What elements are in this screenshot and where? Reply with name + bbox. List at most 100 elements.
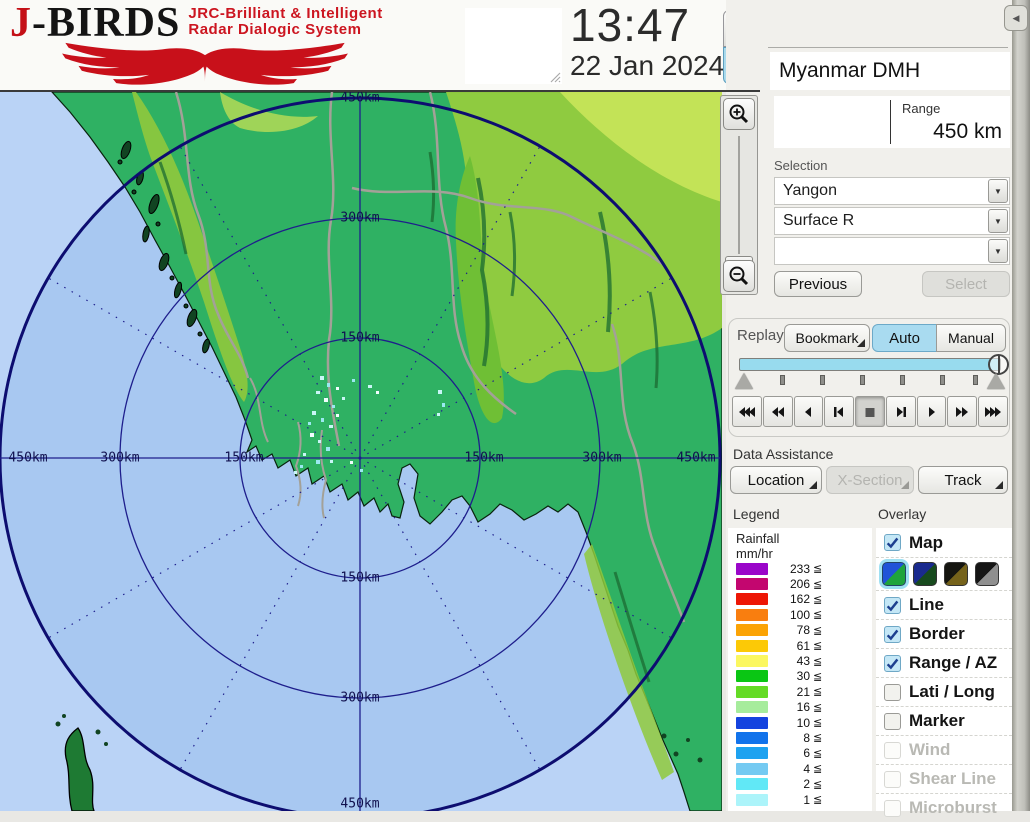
- map-style-olive[interactable]: [944, 562, 968, 586]
- zoom-in-button[interactable]: [723, 98, 755, 130]
- rewind-double-button[interactable]: [763, 396, 793, 427]
- previous-button[interactable]: Previous: [774, 271, 862, 297]
- checkbox-line[interactable]: [884, 597, 901, 614]
- legend-value: 6: [768, 746, 810, 760]
- range-ring-label: 150km: [340, 331, 379, 346]
- legend-color-swatch: [736, 701, 768, 713]
- overlay-row-wind: Wind: [876, 735, 1012, 764]
- clock-display-box: [465, 8, 562, 84]
- track-button[interactable]: Track: [918, 466, 1008, 494]
- product-dropdown[interactable]: Surface R ▼: [774, 207, 1010, 235]
- overlay-row-microburst: Microburst: [876, 793, 1012, 822]
- stop-button[interactable]: [855, 396, 885, 427]
- x-section-button[interactable]: X-Section: [826, 466, 914, 494]
- overlay-row-line: Line: [876, 590, 1012, 619]
- replay-label: Replay: [737, 327, 784, 344]
- radar-map[interactable]: 450km300km150km150km300km450km450km300km…: [0, 92, 722, 811]
- auto-mode-button[interactable]: Auto: [872, 324, 937, 352]
- slider-tick: [820, 375, 825, 385]
- replay-slider-handle[interactable]: [988, 354, 1009, 375]
- step-last-button[interactable]: [886, 396, 916, 427]
- legend-value: 61: [768, 639, 810, 653]
- legend-suffix: ≦: [813, 593, 822, 606]
- range-label: Range: [902, 101, 940, 116]
- date-display: 22 Jan 2024: [570, 50, 724, 82]
- option-dropdown[interactable]: ▼: [774, 237, 1010, 265]
- resize-grip-icon[interactable]: [549, 71, 561, 83]
- play-button[interactable]: [917, 396, 947, 427]
- rain-echo: [327, 383, 330, 387]
- overlay-item-label: Border: [909, 624, 965, 644]
- legend-color-swatch: [736, 778, 768, 790]
- legend-suffix: ≦: [813, 716, 822, 729]
- overlay-row-shear-line: Shear Line: [876, 764, 1012, 793]
- map-style-color[interactable]: [882, 562, 906, 586]
- legend-value: 1: [768, 793, 810, 807]
- manual-mode-button[interactable]: Manual: [936, 324, 1006, 352]
- legend-row: 206≦: [736, 576, 872, 591]
- forward-triple-button[interactable]: [978, 396, 1008, 427]
- overlay-label: Overlay: [878, 506, 926, 522]
- site-dropdown[interactable]: Yangon ▼: [774, 177, 1010, 205]
- legend-suffix: ≦: [813, 562, 822, 575]
- range-box: Range 450 km: [774, 96, 1010, 148]
- stop-icon: [862, 406, 878, 418]
- rain-echo: [352, 379, 355, 382]
- slider-end-marker[interactable]: [987, 373, 1005, 389]
- rain-echo: [318, 440, 321, 443]
- zoom-slider-track[interactable]: [738, 136, 740, 254]
- header-divider: [0, 90, 760, 92]
- rewind-triple-button[interactable]: [732, 396, 762, 427]
- forward-double-button[interactable]: [947, 396, 977, 427]
- legend-suffix: ≦: [813, 747, 822, 760]
- legend-color-swatch: [736, 578, 768, 590]
- range-ring-label: 450km: [340, 797, 379, 812]
- legend-row: 21≦: [736, 684, 872, 699]
- step-last-icon: [893, 406, 909, 418]
- checkbox-map[interactable]: [884, 534, 901, 551]
- step-first-icon: [831, 406, 847, 418]
- legend-color-swatch: [736, 609, 768, 621]
- zoom-out-icon: [728, 265, 750, 287]
- legend-value: 162: [768, 592, 810, 606]
- rain-echo: [336, 414, 339, 417]
- range-ring-label: 450km: [340, 92, 379, 106]
- replay-group: Replay Bookmark Auto Manual: [728, 318, 1010, 437]
- location-button[interactable]: Location: [730, 466, 822, 494]
- chevron-down-icon[interactable]: ▼: [988, 209, 1008, 233]
- zoom-out-button[interactable]: [723, 260, 755, 292]
- rain-echo: [332, 405, 335, 408]
- bookmark-button[interactable]: Bookmark: [784, 324, 870, 352]
- legend-color-swatch: [736, 717, 768, 729]
- step-first-button[interactable]: [824, 396, 854, 427]
- time-display: 13:47: [570, 0, 690, 52]
- select-button[interactable]: Select: [922, 271, 1010, 297]
- checkbox-wind: [884, 742, 901, 759]
- slider-end-marker[interactable]: [735, 373, 753, 389]
- slider-tick: [780, 375, 785, 385]
- legend-color-swatch: [736, 732, 768, 744]
- rewind-triple-icon: [739, 406, 755, 418]
- rain-echo: [310, 433, 314, 437]
- checkbox-lati-long[interactable]: [884, 684, 901, 701]
- map-style-dark[interactable]: [913, 562, 937, 586]
- map-style-gray[interactable]: [975, 562, 999, 586]
- chevron-down-icon[interactable]: ▼: [988, 239, 1008, 263]
- rain-echo: [368, 385, 372, 388]
- overlay-item-label: Wind: [909, 740, 950, 760]
- panel-splitter[interactable]: ◀: [1012, 0, 1030, 811]
- legend-color-swatch: [736, 563, 768, 575]
- range-ring-label: 300km: [100, 451, 139, 466]
- overlay-row-marker: Marker: [876, 706, 1012, 735]
- collapse-panel-button[interactable]: ◀: [1004, 5, 1028, 31]
- checkbox-border[interactable]: [884, 626, 901, 643]
- replay-timeline-slider[interactable]: [739, 358, 1001, 371]
- play-reverse-button[interactable]: [794, 396, 824, 427]
- checkbox-range-az[interactable]: [884, 655, 901, 672]
- rain-echo: [438, 390, 442, 394]
- legend-row: 8≦: [736, 730, 872, 745]
- checkbox-marker[interactable]: [884, 713, 901, 730]
- legend-row: 4≦: [736, 761, 872, 776]
- chevron-down-icon[interactable]: ▼: [988, 179, 1008, 203]
- legend-row: 100≦: [736, 607, 872, 622]
